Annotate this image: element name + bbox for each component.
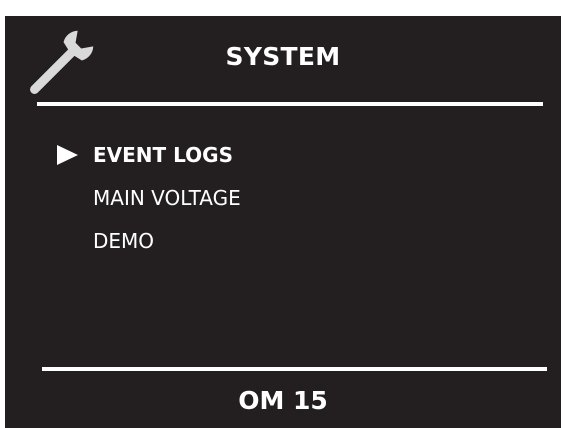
menu-item-label: DEMO [93, 229, 155, 253]
menu-item-main-voltage[interactable]: MAIN VOLTAGE [57, 183, 241, 226]
header-divider [37, 102, 543, 106]
system-menu: EVENT LOGS MAIN VOLTAGE DEMO [57, 140, 241, 269]
menu-item-event-logs[interactable]: EVENT LOGS [57, 140, 241, 183]
footer-divider [42, 367, 547, 371]
menu-item-demo[interactable]: DEMO [57, 226, 241, 269]
menu-item-label: MAIN VOLTAGE [93, 186, 241, 210]
model-label: OM 15 [238, 386, 328, 415]
menu-item-label: EVENT LOGS [93, 143, 233, 167]
selection-arrow-icon [57, 145, 78, 165]
display-screen: SYSTEM EVENT LOGS MAIN VOLTAGE DEMO OM 1… [5, 16, 561, 428]
page-title: SYSTEM [225, 42, 341, 71]
